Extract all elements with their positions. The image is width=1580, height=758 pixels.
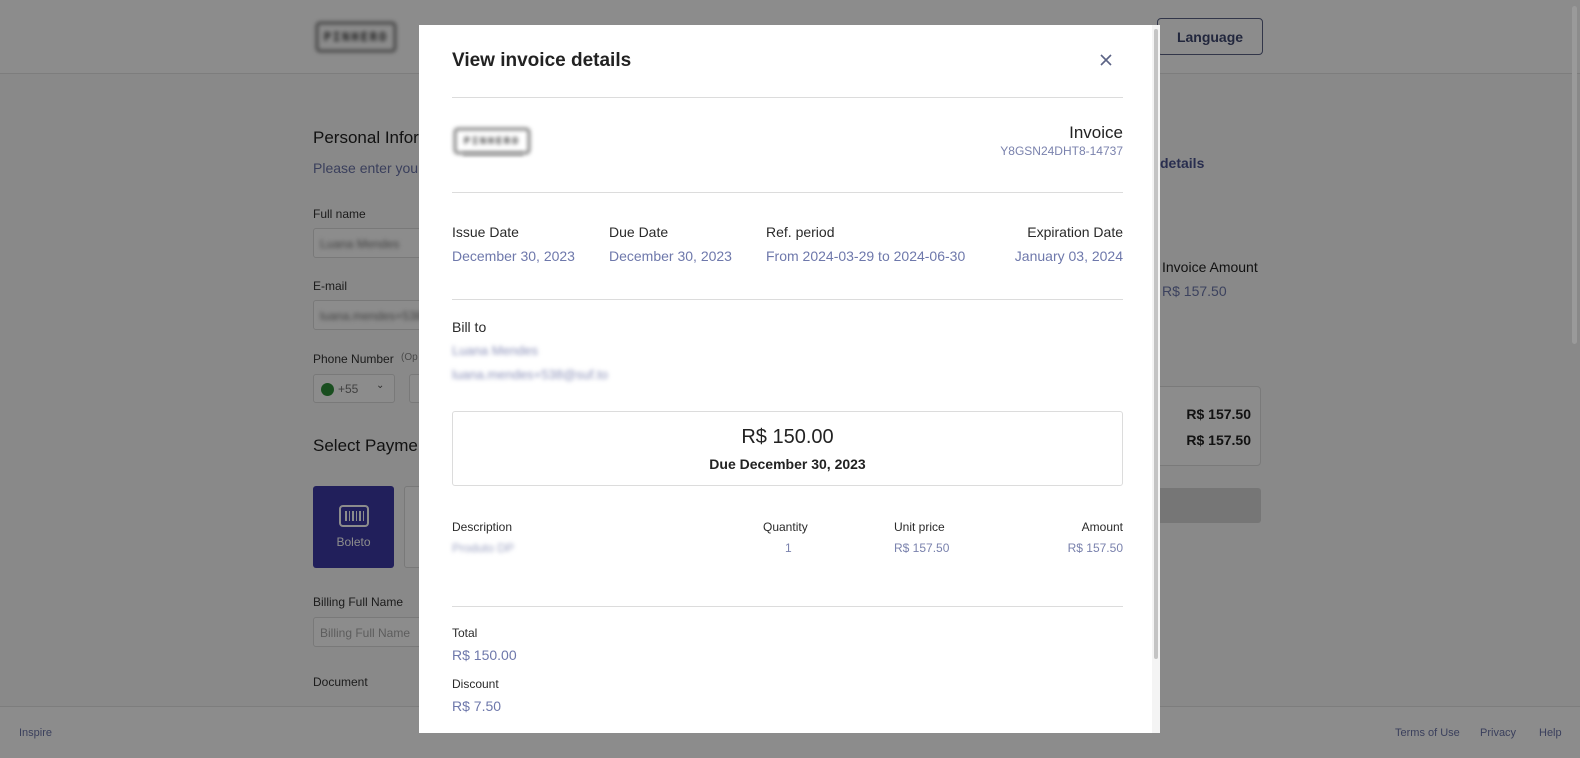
expiration-date-label: Expiration Date [1027, 224, 1123, 240]
divider [452, 192, 1123, 193]
invoice-label: Invoice [1069, 123, 1123, 142]
bill-to-label: Bill to [452, 319, 487, 335]
invoice-details-modal: View invoice details PINHERO Invoice Y8G… [419, 25, 1160, 733]
logo-tagline [463, 152, 523, 156]
close-button[interactable] [1096, 49, 1116, 71]
due-date-label: Due Date [609, 224, 669, 240]
ref-period-label: Ref. period [766, 224, 835, 240]
amount-due-box: R$ 150.00 Due December 30, 2023 [452, 411, 1123, 486]
expiration-date-value: January 03, 2024 [1014, 248, 1123, 264]
column-header-description: Description [452, 520, 513, 534]
modal-title: View invoice details [452, 50, 632, 71]
discount-value: R$ 7.50 [452, 698, 502, 714]
divider [452, 97, 1123, 98]
invoice-brand-logo: PINHERO [454, 128, 530, 154]
amount-due-date: Due December 30, 2023 [709, 456, 866, 472]
amount-due-value: R$ 150.00 [741, 426, 834, 448]
divider [452, 299, 1123, 300]
total-label: Total [452, 626, 478, 640]
issue-date-value: December 30, 2023 [452, 248, 575, 264]
column-header-quantity: Quantity [763, 520, 808, 534]
column-header-unit-price: Unit price [894, 520, 945, 534]
page-scrollbar[interactable] [1572, 6, 1577, 344]
close-icon [1100, 54, 1112, 66]
modal-scrollbar-thumb[interactable] [1154, 29, 1158, 659]
column-header-amount: Amount [1081, 520, 1123, 534]
issue-date-label: Issue Date [452, 224, 519, 240]
row-description: Produto DP [452, 541, 515, 555]
invoice-number: Y8GSN24DHT8-14737 [1000, 144, 1123, 158]
total-value: R$ 150.00 [452, 647, 517, 663]
divider [452, 606, 1123, 607]
row-quantity: 1 [785, 541, 792, 555]
due-date-value: December 30, 2023 [609, 248, 732, 264]
bill-to-email: luana.mendes+538@suf.to [452, 367, 608, 382]
row-unit-price: R$ 157.50 [894, 541, 950, 555]
row-amount: R$ 157.50 [1067, 541, 1123, 555]
ref-period-value: From 2024-03-29 to 2024-06-30 [766, 248, 966, 264]
discount-label: Discount [452, 677, 499, 691]
bill-to-name: Luana Mendes [452, 343, 539, 358]
